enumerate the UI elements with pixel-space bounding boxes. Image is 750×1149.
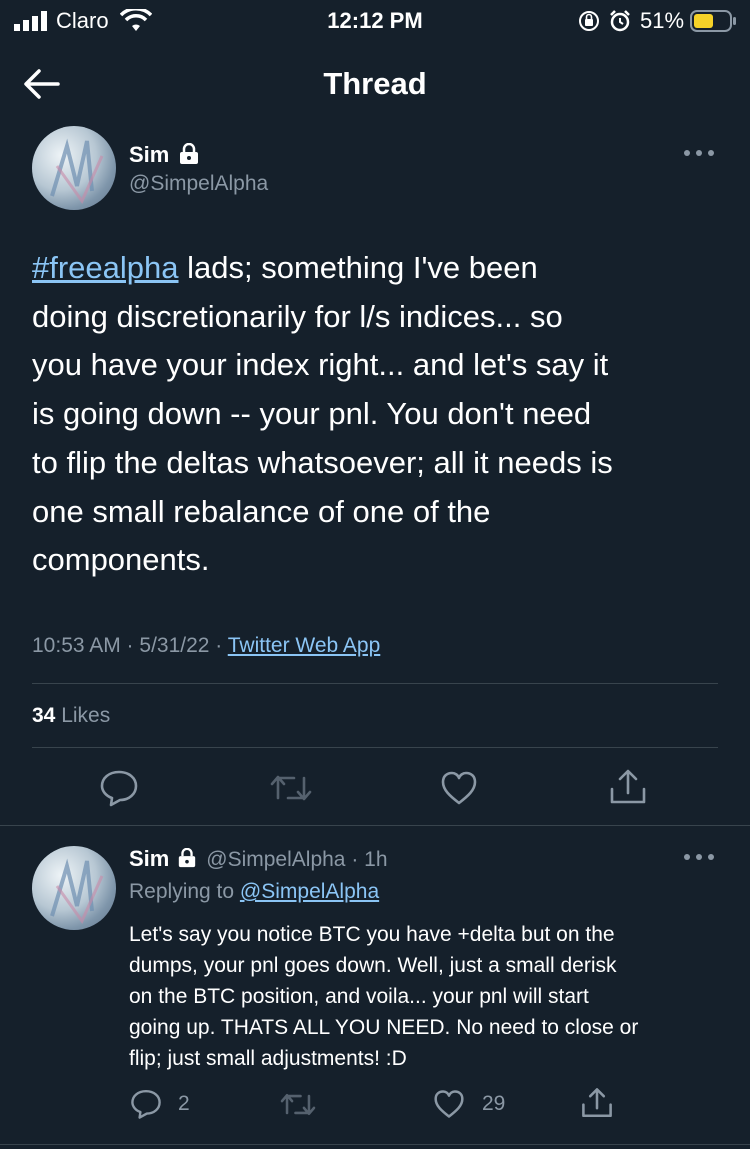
like-count: 29 bbox=[482, 1092, 506, 1115]
reply-line: Let's say you notice BTC you have +delta… bbox=[129, 923, 615, 946]
tweet-line-text: lads; something I've been bbox=[178, 250, 538, 285]
author-name[interactable]: Sim bbox=[129, 142, 169, 168]
divider bbox=[32, 747, 718, 748]
divider bbox=[0, 825, 750, 826]
hashtag-link[interactable]: #freealpha bbox=[32, 250, 179, 285]
like-heart-icon[interactable] bbox=[440, 770, 478, 806]
retweet-icon[interactable] bbox=[270, 772, 312, 804]
tweet-line: one small rebalance of one of the bbox=[32, 493, 491, 529]
top-nav-bar: Thread bbox=[0, 52, 750, 116]
reply-line: dumps, your pnl goes down. Well, just a … bbox=[129, 954, 617, 977]
author-handle[interactable]: @SimpelAlpha bbox=[129, 172, 268, 196]
tweet-line: you have your index right... and let's s… bbox=[32, 347, 609, 383]
tweet-line: #freealpha lads; something I've been bbox=[32, 244, 732, 293]
reply-more-options-icon[interactable] bbox=[683, 852, 715, 862]
tweet-line: components. bbox=[32, 542, 210, 578]
tweet-body: #freealpha lads; something I've been doi… bbox=[32, 244, 732, 585]
tweet-line: is going down -- your pnl. You don't nee… bbox=[32, 396, 592, 432]
orientation-lock-icon bbox=[579, 11, 599, 31]
tweet-line: to flip the deltas whatsoever; all it ne… bbox=[32, 444, 613, 480]
retweet-icon[interactable] bbox=[280, 1091, 316, 1118]
replying-to-label: Replying to bbox=[129, 880, 240, 903]
reply-body: Let's say you notice BTC you have +delta… bbox=[129, 919, 729, 1074]
alarm-icon bbox=[610, 10, 630, 32]
tweet-meta: 10:53 AM · 5/31/22 · Twitter Web App bbox=[32, 634, 380, 658]
status-bar: Claro 12:12 PM 51% bbox=[0, 0, 750, 42]
reply-count: 2 bbox=[178, 1092, 190, 1115]
reply-line: on the BTC position, and voila... your p… bbox=[129, 985, 589, 1008]
lock-icon bbox=[178, 847, 195, 868]
reply-header: Sim @SimpelAlpha · 1h bbox=[129, 846, 388, 872]
clock-time: 12:12 PM bbox=[327, 8, 423, 33]
reply-author-name[interactable]: Sim bbox=[129, 846, 169, 871]
share-icon[interactable] bbox=[608, 767, 648, 807]
replying-to: Replying to @SimpelAlpha bbox=[129, 880, 379, 904]
likes-summary[interactable]: 34 Likes bbox=[32, 704, 110, 728]
lock-icon bbox=[180, 143, 198, 164]
reply-handle-time: @SimpelAlpha · 1h bbox=[206, 848, 388, 871]
timestamp: 10:53 AM · 5/31/22 · bbox=[32, 634, 228, 657]
likes-count: 34 bbox=[32, 704, 56, 727]
reply-line: flip; just small adjustments! :D bbox=[129, 1047, 407, 1070]
avatar-image bbox=[50, 138, 104, 205]
reply-icon[interactable] bbox=[130, 1088, 162, 1120]
reply-avatar[interactable] bbox=[32, 846, 116, 930]
battery-percent: 51% bbox=[640, 8, 685, 33]
avatar[interactable] bbox=[32, 126, 116, 210]
more-options-icon[interactable] bbox=[683, 148, 715, 158]
likes-label: Likes bbox=[55, 704, 111, 727]
tweet-line: doing discretionarily for l/s indices...… bbox=[32, 298, 563, 334]
replying-to-handle-link[interactable]: @SimpelAlpha bbox=[240, 880, 379, 903]
battery-icon bbox=[690, 10, 736, 32]
avatar-image bbox=[50, 858, 104, 925]
page-title: Thread bbox=[323, 66, 427, 101]
source-link[interactable]: Twitter Web App bbox=[228, 634, 381, 657]
share-icon[interactable] bbox=[580, 1086, 614, 1120]
reply-line: going up. THATS ALL YOU NEED. No need to… bbox=[129, 1016, 639, 1039]
divider bbox=[0, 1144, 750, 1145]
divider bbox=[32, 683, 718, 684]
reply-icon[interactable] bbox=[99, 769, 139, 807]
like-heart-icon[interactable] bbox=[433, 1089, 465, 1119]
